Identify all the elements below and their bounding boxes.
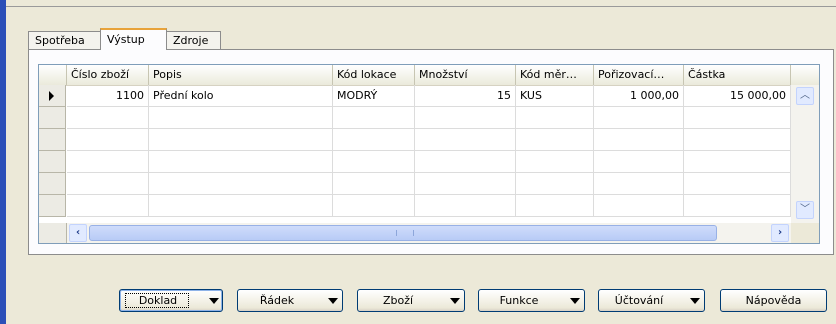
column-header[interactable]: Číslo zboží (67, 65, 149, 85)
cell[interactable] (415, 151, 516, 173)
horizontal-scrollbar[interactable]: ‹ › (67, 223, 791, 243)
cell[interactable] (333, 129, 415, 151)
scroll-down-icon[interactable]: ﹀ (796, 201, 814, 219)
zbozi-button[interactable]: Zboží (357, 289, 465, 312)
cell-mnozstvi[interactable]: 15 (415, 85, 516, 107)
cell[interactable] (67, 151, 149, 173)
doklad-button[interactable]: Doklad (119, 289, 223, 312)
column-header[interactable]: Kód lokace (333, 65, 415, 85)
cell[interactable] (67, 195, 149, 217)
cell[interactable] (149, 173, 333, 195)
cell-porizovaci[interactable]: 1 000,00 (594, 85, 684, 107)
lines-grid[interactable]: Číslo zboží Popis Kód lokace Množství Kó… (38, 64, 820, 244)
current-row-icon (49, 91, 54, 101)
table-row[interactable] (39, 173, 819, 195)
row-selector[interactable] (39, 107, 66, 129)
radek-button[interactable]: Řádek (237, 289, 343, 312)
column-header[interactable]: Kód měr… (516, 65, 594, 85)
cell[interactable] (684, 151, 791, 173)
grip-icon (396, 230, 414, 236)
cell[interactable] (516, 173, 594, 195)
napoveda-label: Nápověda (745, 294, 802, 307)
cell[interactable] (67, 129, 149, 151)
grid-header: Číslo zboží Popis Kód lokace Množství Kó… (39, 65, 819, 86)
cell[interactable] (149, 107, 333, 129)
table-row[interactable]: 1100 Přední kolo MODRÝ 15 KUS 1 000,00 1… (39, 85, 819, 107)
row-header-fill (39, 223, 67, 243)
cell[interactable] (333, 151, 415, 173)
header-selector (39, 65, 67, 85)
window-edge (0, 0, 6, 324)
doklad-label: Doklad (138, 294, 178, 307)
cell[interactable] (684, 195, 791, 217)
cell-lokace[interactable]: MODRÝ (333, 85, 415, 107)
column-header[interactable]: Popis (149, 65, 333, 85)
chevron-down-icon (209, 298, 219, 304)
cell[interactable] (415, 107, 516, 129)
cell[interactable] (594, 173, 684, 195)
chevron-down-icon (328, 298, 338, 304)
column-header[interactable]: Množství (415, 65, 516, 85)
uctovani-button[interactable]: Účtování (598, 289, 705, 312)
divider (6, 6, 836, 7)
napoveda-button[interactable]: Nápověda (720, 289, 827, 312)
uctovani-label: Účtování (614, 294, 664, 307)
chevron-down-icon (450, 298, 460, 304)
row-selector[interactable] (39, 151, 66, 173)
scroll-corner (791, 223, 819, 243)
cell[interactable] (516, 195, 594, 217)
cell[interactable] (516, 129, 594, 151)
table-row[interactable] (39, 129, 819, 151)
cell[interactable] (67, 107, 149, 129)
cell[interactable] (594, 129, 684, 151)
cell[interactable] (594, 107, 684, 129)
cell[interactable] (149, 151, 333, 173)
horizontal-scroll-thumb[interactable] (89, 225, 717, 241)
scroll-right-icon[interactable]: › (771, 224, 789, 242)
vertical-scrollbar[interactable]: ︿ ﹀ (791, 85, 819, 223)
cell[interactable] (149, 195, 333, 217)
cell[interactable] (516, 151, 594, 173)
radek-label: Řádek (259, 294, 295, 307)
zbozi-label: Zboží (382, 294, 414, 307)
table-row[interactable] (39, 151, 819, 173)
cell[interactable] (684, 107, 791, 129)
column-header[interactable]: Částka (684, 65, 791, 85)
cell[interactable] (415, 195, 516, 217)
row-selector[interactable] (39, 195, 66, 217)
cell[interactable] (67, 173, 149, 195)
cell[interactable] (684, 129, 791, 151)
cell-cislo[interactable]: 1100 (67, 85, 149, 107)
table-row[interactable] (39, 195, 819, 217)
tab-vystup[interactable]: Výstup (100, 28, 167, 50)
table-row[interactable] (39, 107, 819, 129)
cell[interactable] (333, 173, 415, 195)
tab-spotreba[interactable]: Spotřeba (28, 31, 101, 49)
cell[interactable] (594, 151, 684, 173)
cell[interactable] (149, 129, 333, 151)
cell[interactable] (333, 195, 415, 217)
chevron-down-icon (570, 298, 580, 304)
cell-popis[interactable]: Přední kolo (149, 85, 333, 107)
cell[interactable] (415, 173, 516, 195)
scroll-left-icon[interactable]: ‹ (69, 224, 87, 242)
cell[interactable] (594, 195, 684, 217)
row-selector[interactable] (39, 85, 66, 107)
cell[interactable] (333, 107, 415, 129)
cell[interactable] (684, 173, 791, 195)
tab-zdroje[interactable]: Zdroje (166, 31, 221, 49)
cell-castka[interactable]: 15 000,00 (684, 85, 791, 107)
column-header[interactable]: Pořizovací… (594, 65, 684, 85)
cell-kod-mer[interactable]: KUS (516, 85, 594, 107)
funkce-label: Funkce (499, 294, 539, 307)
chevron-down-icon (690, 298, 700, 304)
row-selector[interactable] (39, 173, 66, 195)
scroll-up-icon[interactable]: ︿ (796, 87, 814, 105)
funkce-button[interactable]: Funkce (478, 289, 585, 312)
cell[interactable] (516, 107, 594, 129)
cell[interactable] (415, 129, 516, 151)
row-selector[interactable] (39, 129, 66, 151)
